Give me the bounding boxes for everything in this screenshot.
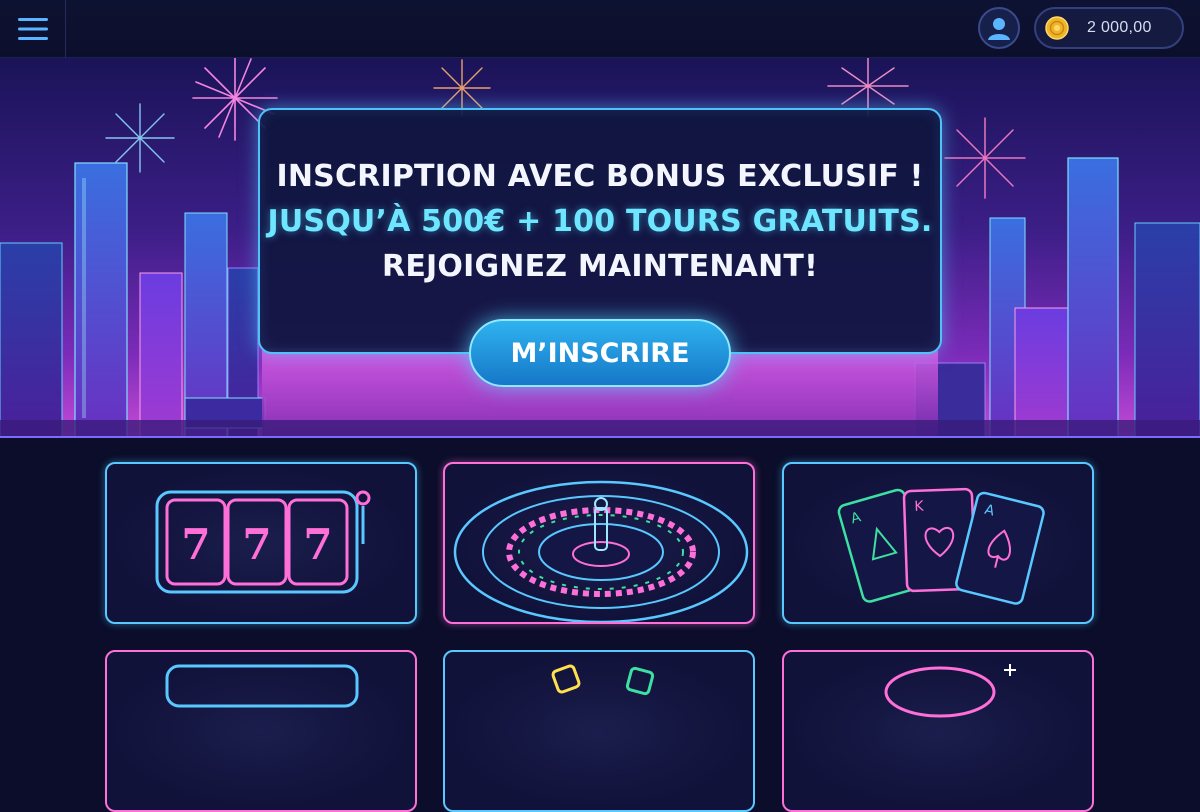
game-card-cards[interactable]: A K A: [782, 462, 1094, 624]
slot-reel-3: 7: [303, 520, 332, 569]
games-grid: 7 7 7 A K A: [0, 440, 1200, 812]
game-tile-icon: [165, 664, 359, 708]
hero-banner: INSCRIPTION AVEC BONUS EXCLUSIF ! JUSQU’…: [0, 58, 1200, 438]
promo-call-to-join: REJOIGNEZ MAINTENANT!: [382, 249, 818, 284]
roulette-wheel-icon: [453, 480, 749, 622]
hamburger-menu-icon: [17, 18, 48, 40]
game-tile-icon: [884, 664, 1016, 718]
gold-coin-icon: [1045, 16, 1069, 40]
game-card-slots[interactable]: 7 7 7: [105, 462, 417, 624]
slot-reel-1: 7: [181, 520, 210, 569]
slot-reel-2: 7: [242, 520, 271, 569]
card-2-rank: K: [914, 499, 925, 515]
balance-amount: 2 000,00: [1087, 19, 1152, 36]
slot-machine-icon: 7 7 7: [155, 490, 371, 594]
game-card-6[interactable]: [782, 650, 1094, 812]
profile-button[interactable]: [978, 7, 1020, 49]
game-card-5[interactable]: [443, 650, 755, 812]
playing-cards-icon: A K A: [837, 487, 1045, 605]
game-card-4[interactable]: [105, 650, 417, 812]
menu-button[interactable]: [0, 0, 66, 58]
user-profile-icon: [988, 18, 1010, 40]
promo-panel: INSCRIPTION AVEC BONUS EXCLUSIF ! JUSQU’…: [258, 108, 942, 354]
balance-display[interactable]: 2 000,00: [1034, 7, 1184, 49]
game-tile-icon: [551, 664, 655, 696]
top-bar: 2 000,00: [0, 0, 1200, 58]
promo-offer: JUSQU’À 500€ + 100 TOURS GRATUITS.: [267, 204, 933, 239]
signup-button[interactable]: M’INSCRIRE: [469, 319, 731, 387]
game-card-roulette[interactable]: [443, 462, 755, 624]
promo-headline: INSCRIPTION AVEC BONUS EXCLUSIF !: [276, 159, 924, 194]
